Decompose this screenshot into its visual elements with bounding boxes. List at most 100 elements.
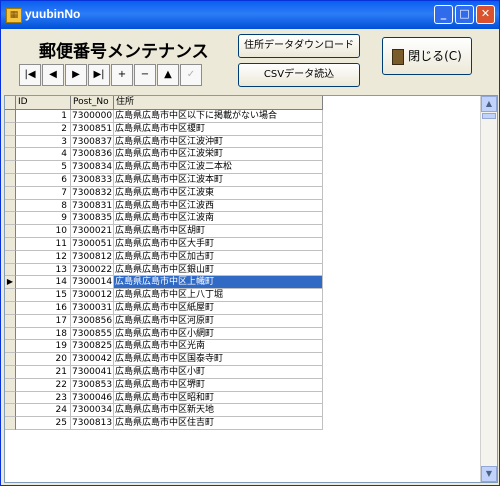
row-indicator[interactable]: ▶ [5, 276, 16, 290]
cell-address[interactable]: 広島県広島市中区江波東 [114, 186, 323, 200]
row-indicator[interactable] [5, 122, 16, 136]
row-indicator[interactable] [5, 173, 16, 187]
cell-id[interactable]: 16 [16, 301, 71, 315]
table-row[interactable]: 1 7300000 広島県広島市中区以下に掲載がない場合 [5, 110, 323, 123]
cell-post-no[interactable]: 7300022 [71, 263, 114, 277]
row-indicator[interactable] [5, 340, 16, 354]
cell-post-no[interactable]: 7300034 [71, 404, 114, 418]
table-row[interactable]: 4 7300836 広島県広島市中区江波栄町 [5, 148, 323, 162]
table-row[interactable]: 10 7300021 広島県広島市中区胡町 [5, 225, 323, 238]
cell-address[interactable]: 広島県広島市中区胡町 [114, 225, 323, 238]
cell-address[interactable]: 広島県広島市中区加古町 [114, 250, 323, 264]
maximize-button[interactable]: □ [455, 5, 474, 24]
edit-record-button[interactable]: ▲ [157, 64, 179, 86]
cell-address[interactable]: 広島県広島市中区江波南 [114, 212, 323, 226]
table-row[interactable]: 2 7300851 広島県広島市中区榎町 [5, 122, 323, 136]
row-indicator[interactable] [5, 135, 16, 149]
cell-id[interactable]: 15 [16, 289, 71, 302]
cell-address[interactable]: 広島県広島市中区国泰寺町 [114, 353, 323, 366]
cell-id[interactable]: 22 [16, 378, 71, 392]
cell-address[interactable]: 広島県広島市中区江波二本松 [114, 161, 323, 174]
table-row[interactable]: 5 7300834 広島県広島市中区江波二本松 [5, 161, 323, 174]
cell-address[interactable]: 広島県広島市中区大手町 [114, 237, 323, 251]
table-row[interactable]: 16 7300031 広島県広島市中区紙屋町 [5, 301, 323, 315]
row-indicator[interactable] [5, 365, 16, 379]
title-bar[interactable]: ▦ yuubinNo _ □ ✕ [1, 1, 499, 29]
table-row[interactable]: 12 7300812 広島県広島市中区加古町 [5, 250, 323, 264]
cell-post-no[interactable]: 7300042 [71, 353, 114, 366]
cell-address[interactable]: 広島県広島市中区堺町 [114, 378, 323, 392]
cell-post-no[interactable]: 7300833 [71, 173, 114, 187]
cell-post-no[interactable]: 7300855 [71, 327, 114, 341]
cell-address[interactable]: 広島県広島市中区以下に掲載がない場合 [114, 110, 323, 123]
scroll-thumb[interactable] [482, 113, 496, 119]
cell-post-no[interactable]: 7300813 [71, 417, 114, 430]
cell-post-no[interactable]: 7300021 [71, 225, 114, 238]
cell-post-no[interactable]: 7300856 [71, 314, 114, 328]
cell-address[interactable]: 広島県広島市中区新天地 [114, 404, 323, 418]
row-indicator[interactable] [5, 110, 16, 123]
cell-id[interactable]: 3 [16, 135, 71, 149]
vertical-scrollbar[interactable]: ▲ ▼ [480, 96, 497, 482]
table-row[interactable]: 15 7300012 広島県広島市中区上八丁堀 [5, 289, 323, 302]
cell-post-no[interactable]: 7300834 [71, 161, 114, 174]
cell-post-no[interactable]: 7300851 [71, 122, 114, 136]
table-row[interactable]: 24 7300034 広島県広島市中区新天地 [5, 404, 323, 418]
cell-post-no[interactable]: 7300837 [71, 135, 114, 149]
cell-id[interactable]: 4 [16, 148, 71, 162]
row-indicator[interactable] [5, 161, 16, 174]
cell-post-no[interactable]: 7300835 [71, 212, 114, 226]
row-indicator[interactable] [5, 417, 16, 430]
row-indicator[interactable] [5, 301, 16, 315]
cell-address[interactable]: 広島県広島市中区江波栄町 [114, 148, 323, 162]
row-indicator[interactable] [5, 225, 16, 238]
table-row[interactable]: 25 7300813 広島県広島市中区住吉町 [5, 417, 323, 430]
table-row[interactable]: 23 7300046 広島県広島市中区昭和町 [5, 391, 323, 405]
cell-post-no[interactable]: 7300000 [71, 110, 114, 123]
cell-address[interactable]: 広島県広島市中区小町 [114, 365, 323, 379]
cell-post-no[interactable]: 7300046 [71, 391, 114, 405]
row-indicator[interactable] [5, 199, 16, 213]
table-row[interactable]: 17 7300856 広島県広島市中区河原町 [5, 314, 323, 328]
last-record-button[interactable]: ▶| [88, 64, 110, 86]
table-row[interactable]: 7 7300832 広島県広島市中区江波東 [5, 186, 323, 200]
column-header-address[interactable]: 住所 [114, 96, 323, 110]
cell-post-no[interactable]: 7300041 [71, 365, 114, 379]
cell-id[interactable]: 24 [16, 404, 71, 418]
cell-id[interactable]: 1 [16, 110, 71, 123]
table-row[interactable]: ▶ 14 7300014 広島県広島市中区上幟町 [5, 276, 323, 290]
table-row[interactable]: 22 7300853 広島県広島市中区堺町 [5, 378, 323, 392]
minimize-button[interactable]: _ [434, 5, 453, 24]
row-indicator[interactable] [5, 404, 16, 418]
cell-post-no[interactable]: 7300014 [71, 276, 114, 290]
row-indicator[interactable] [5, 237, 16, 251]
row-indicator[interactable] [5, 378, 16, 392]
cell-address[interactable]: 広島県広島市中区河原町 [114, 314, 323, 328]
cell-address[interactable]: 広島県広島市中区上幟町 [114, 276, 323, 290]
cell-id[interactable]: 7 [16, 186, 71, 200]
table-row[interactable]: 13 7300022 広島県広島市中区銀山町 [5, 263, 323, 277]
download-address-data-button[interactable]: 住所データダウンロード [238, 34, 360, 58]
column-header-post-no[interactable]: Post_No [71, 96, 114, 110]
table-row[interactable]: 3 7300837 広島県広島市中区江波沖町 [5, 135, 323, 149]
row-indicator[interactable] [5, 186, 16, 200]
cell-id[interactable]: 6 [16, 173, 71, 187]
cell-address[interactable]: 広島県広島市中区銀山町 [114, 263, 323, 277]
cell-address[interactable]: 広島県広島市中区榎町 [114, 122, 323, 136]
table-row[interactable]: 9 7300835 広島県広島市中区江波南 [5, 212, 323, 226]
row-indicator[interactable] [5, 250, 16, 264]
cell-post-no[interactable]: 7300012 [71, 289, 114, 302]
postal-code-grid[interactable]: ID Post_No 住所 1 7300000 広島県広島市中区以下に掲載がない場合… [4, 95, 498, 483]
cell-address[interactable]: 広島県広島市中区昭和町 [114, 391, 323, 405]
cell-post-no[interactable]: 7300051 [71, 237, 114, 251]
cell-id[interactable]: 21 [16, 365, 71, 379]
cell-id[interactable]: 11 [16, 237, 71, 251]
cell-post-no[interactable]: 7300825 [71, 340, 114, 354]
table-row[interactable]: 21 7300041 広島県広島市中区小町 [5, 365, 323, 379]
cell-address[interactable]: 広島県広島市中区江波西 [114, 199, 323, 213]
cell-post-no[interactable]: 7300831 [71, 199, 114, 213]
cell-id[interactable]: 8 [16, 199, 71, 213]
table-row[interactable]: 18 7300855 広島県広島市中区小網町 [5, 327, 323, 341]
table-row[interactable]: 19 7300825 広島県広島市中区光南 [5, 340, 323, 354]
row-indicator[interactable] [5, 391, 16, 405]
